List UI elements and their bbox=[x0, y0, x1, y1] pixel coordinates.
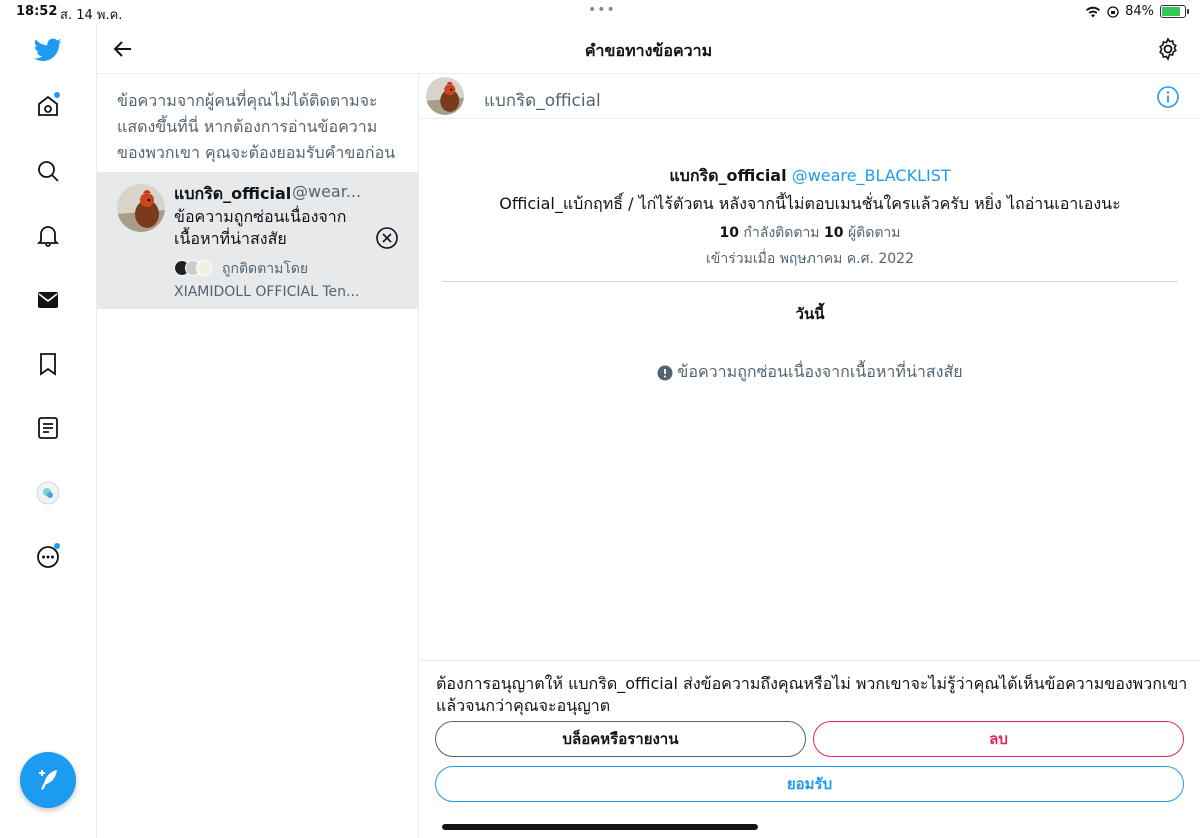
home-indicator[interactable] bbox=[442, 824, 758, 830]
request-message-preview: ข้อความถูกซ่อนเนื่องจากเนื้อหาที่น่าสงสั… bbox=[174, 207, 347, 248]
followed-by-names: XIAMIDOLL OFFICIAL Ten... bbox=[174, 284, 360, 300]
status-date: ส. 14 พ.ค. bbox=[60, 8, 123, 23]
following-label: กำลังติดตาม bbox=[743, 225, 820, 241]
close-circle-icon bbox=[376, 227, 398, 249]
alert-icon bbox=[657, 365, 673, 380]
block-or-report-button[interactable]: บล็อคหรือรายงาน bbox=[435, 721, 806, 757]
conversation-info-button[interactable] bbox=[1156, 85, 1180, 113]
profile-name-line: แบกริด_official @weare_BLACKLIST bbox=[420, 164, 1200, 189]
notifications-icon[interactable] bbox=[34, 221, 62, 249]
day-separator: วันนี้ bbox=[795, 305, 825, 323]
orientation-lock-icon bbox=[1107, 5, 1119, 18]
profile-stats: 10 กำลังติดตาม 10 ผู้ติดตาม bbox=[420, 222, 1200, 244]
status-time: 18:52 bbox=[16, 4, 58, 19]
gear-icon bbox=[1159, 37, 1177, 61]
twitter-logo-icon[interactable] bbox=[34, 36, 62, 64]
message-requests-list: ข้อความจากผู้คนที่คุณไม่ได้ติดตามจะแสดงข… bbox=[97, 74, 419, 838]
requests-notice: ข้อความจากผู้คนที่คุณไม่ได้ติดตามจะแสดงข… bbox=[117, 91, 396, 162]
delete-button[interactable]: ลบ bbox=[813, 721, 1184, 757]
side-navigation bbox=[0, 24, 97, 838]
compose-icon bbox=[39, 770, 57, 790]
status-bar: 18:52 ส. 14 พ.ค. ••• 84% bbox=[0, 0, 1200, 24]
request-sender-handle: @wear... bbox=[292, 182, 362, 201]
multitasking-dots[interactable]: ••• bbox=[588, 2, 616, 18]
followed-by-label: ถูกติดตามโดย bbox=[222, 261, 309, 277]
compose-tweet-button[interactable] bbox=[20, 752, 76, 808]
hidden-message-text: ข้อความถูกซ่อนเนื่องจากเนื้อหาที่น่าสงสั… bbox=[677, 362, 963, 381]
bookmarks-icon[interactable] bbox=[34, 350, 62, 378]
avatar[interactable] bbox=[426, 77, 464, 115]
search-icon[interactable] bbox=[34, 157, 62, 185]
more-icon[interactable] bbox=[34, 543, 62, 571]
profile-joined-date: เข้าร่วมเมื่อ พฤษภาคม ค.ศ. 2022 bbox=[706, 251, 914, 267]
wifi-icon bbox=[1086, 6, 1101, 17]
settings-button[interactable] bbox=[1156, 37, 1180, 65]
profile-bio: Official_แบ้กฤทธิ์ / ไก่ไร้ตัวตน หลังจาก… bbox=[499, 194, 1121, 213]
avatar bbox=[196, 260, 212, 276]
page-title: คำขอทางข้อความ bbox=[584, 41, 713, 60]
followers-count: 10 bbox=[824, 225, 844, 241]
conversation-name[interactable]: แบกริด_official bbox=[484, 87, 601, 114]
hidden-message-notice: ข้อความถูกซ่อนเนื่องจากเนื้อหาที่น่าสงสั… bbox=[420, 360, 1200, 385]
request-sender-name: แบกริด_official bbox=[174, 184, 292, 203]
battery-icon bbox=[1160, 5, 1189, 18]
more-notification-dot bbox=[54, 543, 60, 549]
message-request-item[interactable]: แบกริด_official @wear... ข้อความถูกซ่อนเ… bbox=[97, 172, 418, 309]
page-header: คำขอทางข้อความ bbox=[97, 24, 1200, 74]
info-icon bbox=[1157, 86, 1179, 108]
conversation-header: แบกริด_official bbox=[420, 74, 1200, 119]
home-notification-dot bbox=[54, 92, 60, 98]
accept-button[interactable]: ยอมรับ bbox=[435, 766, 1184, 802]
following-count: 10 bbox=[719, 225, 739, 241]
divider bbox=[442, 281, 1178, 282]
spaces-icon[interactable] bbox=[34, 479, 62, 507]
permission-question: ต้องการอนุญาตให้ แบกริด_official ส่งข้อค… bbox=[436, 674, 1188, 715]
avatar[interactable] bbox=[117, 184, 165, 232]
followed-by-avatars bbox=[174, 260, 212, 276]
conversation-pane: แบกริด_official แบกริด_official @weare_B… bbox=[420, 74, 1200, 838]
home-icon[interactable] bbox=[34, 92, 62, 120]
profile-name[interactable]: แบกริด_official bbox=[669, 166, 786, 185]
battery-percent: 84% bbox=[1125, 4, 1154, 19]
lists-icon[interactable] bbox=[34, 414, 62, 442]
dismiss-request-button[interactable] bbox=[375, 226, 399, 254]
profile-handle[interactable]: @weare_BLACKLIST bbox=[792, 166, 951, 185]
messages-icon[interactable] bbox=[34, 286, 62, 314]
followers-label: ผู้ติดตาม bbox=[847, 225, 901, 241]
